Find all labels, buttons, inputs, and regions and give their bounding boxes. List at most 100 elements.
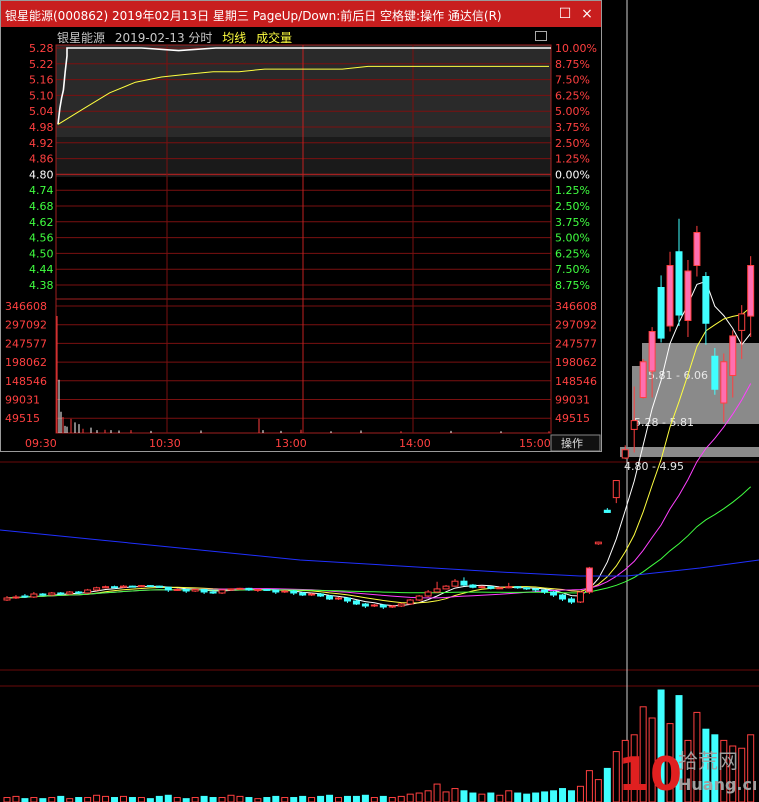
daily-volume-bar [308,797,316,802]
daily-volume-bar [361,794,369,802]
daily-volume-bar [487,792,495,802]
daily-volume-bar [335,797,343,802]
candle-body [370,604,378,607]
daily-volume-bar [469,792,477,802]
candle-body [57,592,65,595]
pct-tick-label: 5.00% [555,232,590,245]
candle-body [128,585,136,588]
candle-body [738,313,746,331]
price-tick-label: 5.10 [29,89,54,102]
watermark-text-top: 拾荒网 [678,749,738,773]
candle-body [603,509,611,513]
pct-tick-label: 8.75% [555,58,590,71]
pct-tick-label: 7.50% [555,263,590,276]
candle-body [612,480,620,499]
candle-body [245,587,253,591]
daily-volume-bar [352,795,360,802]
candle-body [523,587,531,590]
daily-volume-bar [254,798,262,802]
price-tick-label: 5.04 [29,105,54,118]
volume-tick-label: 148546 [5,375,47,388]
volume-tick-label-right: 247577 [555,337,597,350]
scroll-toggle[interactable] [535,31,547,41]
daily-volume-bar [451,788,459,802]
ma120-line [0,529,759,577]
candle-body [621,449,629,459]
candle-body [702,276,710,324]
time-axis-label: 15:00 [519,437,551,450]
daily-volume-bar [155,795,163,802]
daily-volume-bar [299,795,307,802]
price-tick-label: 4.80 [29,168,54,181]
volume-tick-label: 99031 [5,394,40,407]
daily-volume-bar [594,779,602,802]
volume-tick-label: 49515 [5,412,40,425]
candle-body [191,588,199,592]
daily-volume-bar [272,795,280,802]
price-tick-label: 5.16 [29,74,54,87]
candle-body [200,588,208,593]
candle-body [567,598,575,603]
date-label: 2019-02-13 分时 [114,31,213,45]
daily-volume-bar [585,770,593,802]
daily-volume-bar [532,792,540,802]
candle-body [12,596,20,599]
pct-tick-label: 5.00% [555,105,590,118]
daily-volume-bar [164,794,172,802]
price-tick-label: 4.44 [29,263,54,276]
candle-body [388,605,396,608]
candle-body [227,588,235,591]
daily-volume-bar [146,798,154,802]
daily-volume-bar [66,798,74,802]
candle-body [576,591,584,603]
daily-volume-bar [75,797,83,802]
candle-body [66,591,74,595]
candle-body [21,595,29,598]
stock-name: 银星能源 [57,31,106,45]
daily-volume-bar [111,797,119,802]
daily-volume-bar [93,794,101,802]
price-zone-label: 4.80 - 4.95 [624,460,684,473]
daily-volume-bar [343,795,351,802]
candle-body [155,585,163,588]
watermark-logo: 10 拾荒网 Huang.cn [618,747,756,800]
daily-volume-bar [227,794,235,802]
candle-body [550,591,558,596]
volume-tick-label-right: 99031 [555,394,590,407]
volume-tick-label-right: 198062 [555,356,597,369]
candle-body [648,331,656,372]
action-button[interactable]: 操作 [561,436,583,450]
volume-tick-label: 346608 [5,300,47,313]
pct-tick-label: 2.50% [555,200,590,213]
pct-tick-label: 7.50% [555,74,590,87]
daily-volume-bar [191,797,199,802]
candle-body [119,585,127,588]
time-axis-label: 09:30 [25,437,57,450]
daily-volume-bar [3,797,11,802]
price-tick-label: 4.86 [29,153,54,166]
candle-body [559,594,567,600]
candle-body [460,580,468,586]
candle-body [164,586,172,591]
candle-body [290,590,298,594]
avg-line-legend[interactable]: 均线 [222,31,246,45]
candle-body [102,586,110,589]
candle-body [30,593,38,598]
candle-body [433,588,441,593]
daily-volume-bar [57,795,65,802]
daily-volume-bar [200,795,208,802]
candle-body [585,567,593,593]
price-tick-label: 4.98 [29,121,54,134]
candle-body [541,589,549,593]
daily-volume-bar [397,795,405,802]
daily-volume-bar [173,797,181,802]
candle-body [93,587,101,591]
daily-volume-bar [119,795,127,802]
candle-body [361,603,369,607]
pct-tick-label: 1.25% [555,153,590,166]
time-axis-label: 14:00 [399,437,431,450]
daily-volume-bar [442,791,450,802]
volume-legend[interactable]: 成交量 [256,31,292,45]
daily-volume-bar [478,793,486,802]
candle-body [281,590,289,593]
